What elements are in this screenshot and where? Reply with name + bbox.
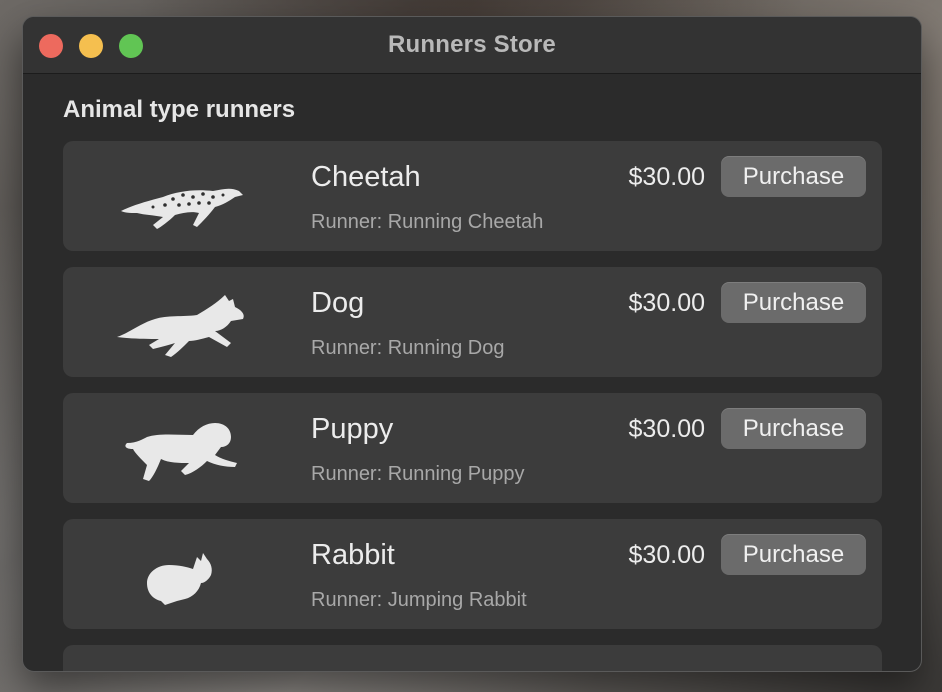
- list-item-cheetah: Cheetah Runner: Running Cheetah $30.00 P…: [63, 141, 882, 251]
- item-price: $30.00: [628, 163, 705, 191]
- item-subtitle: Runner: Running Dog: [311, 337, 505, 359]
- item-name: Dog: [311, 287, 365, 319]
- window-title: Runners Store: [388, 31, 556, 58]
- list-item-rabbit: Rabbit Runner: Jumping Rabbit $30.00 Pur…: [63, 519, 882, 629]
- minimize-button[interactable]: [79, 34, 103, 58]
- purchase-button[interactable]: Purchase: [721, 156, 866, 197]
- cheetah-icon: [103, 161, 253, 231]
- item-name: Cheetah: [311, 161, 421, 193]
- store-content: Animal type runners Cheetah Runner: Runn…: [23, 74, 921, 671]
- runners-store-window: Runners Store Animal type runners Cheeta…: [22, 16, 922, 672]
- title-bar[interactable]: Runners Store: [23, 17, 921, 74]
- item-subtitle: Runner: Running Puppy: [311, 463, 525, 485]
- window-controls: [39, 34, 143, 58]
- item-price: $30.00: [628, 289, 705, 317]
- purchase-button[interactable]: Purchase: [721, 534, 866, 575]
- item-name: Rabbit: [311, 539, 395, 571]
- puppy-icon: [103, 413, 253, 483]
- list-item-dog: Dog Runner: Running Dog $30.00 Purchase: [63, 267, 882, 377]
- item-price: $30.00: [628, 415, 705, 443]
- list-item-partial: [63, 645, 882, 671]
- item-name: Puppy: [311, 413, 394, 445]
- dog-icon: [103, 287, 253, 357]
- close-button[interactable]: [39, 34, 63, 58]
- item-subtitle: Runner: Jumping Rabbit: [311, 589, 527, 611]
- item-price: $30.00: [628, 541, 705, 569]
- zoom-button[interactable]: [119, 34, 143, 58]
- purchase-button[interactable]: Purchase: [721, 408, 866, 449]
- purchase-button[interactable]: Purchase: [721, 282, 866, 323]
- item-subtitle: Runner: Running Cheetah: [311, 211, 544, 233]
- list-item-puppy: Puppy Runner: Running Puppy $30.00 Purch…: [63, 393, 882, 503]
- rabbit-icon: [103, 539, 253, 609]
- section-title: Animal type runners: [63, 96, 296, 123]
